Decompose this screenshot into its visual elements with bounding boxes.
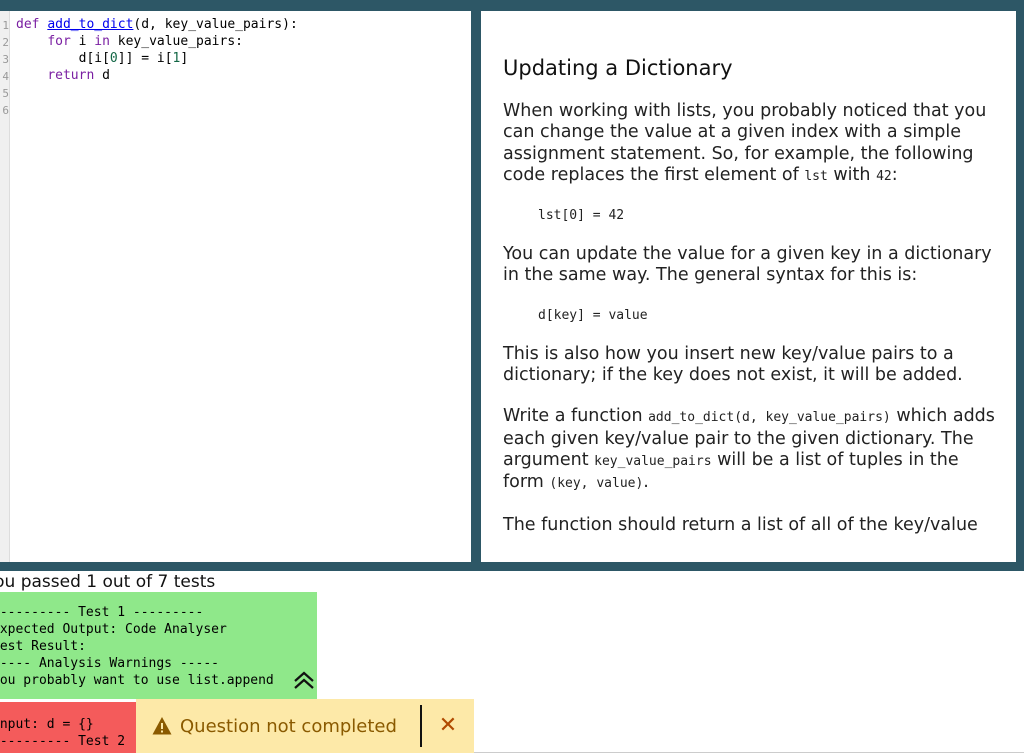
code-token: ]] = i[ <box>117 51 173 66</box>
line-number: 6 <box>2 104 9 117</box>
code-line[interactable]: def add_to_dict(d, key_value_pairs): <box>16 16 298 33</box>
test-result-failed[interactable]: Input: d = {} ---------- Test 2 <box>0 702 136 753</box>
code-token: in <box>94 34 110 49</box>
code-token: d <box>94 68 110 83</box>
line-number: 5 <box>2 87 9 100</box>
test-output-line: Test Result: <box>0 639 86 654</box>
instructions-panel: Updating a Dictionary When working with … <box>481 11 1016 562</box>
code-line[interactable] <box>16 84 298 101</box>
code-line[interactable]: for i in key_value_pairs: <box>16 33 298 50</box>
code-token: return <box>47 68 95 83</box>
toast-divider <box>420 705 422 747</box>
code-editor[interactable]: 1 2 3 4 5 6 def add_to_dict(d, key_value… <box>0 11 471 562</box>
code-token: ] <box>180 51 189 66</box>
chevron-double-up-icon[interactable] <box>292 670 316 690</box>
code-line[interactable]: d[i[0]] = i[1] <box>16 50 298 67</box>
test-output-line: Input: d = {} <box>0 717 94 732</box>
code-example: d[key] = value <box>538 307 648 323</box>
code-example: lst[0] = 42 <box>538 208 625 224</box>
line-number-gutter: 1 2 3 4 5 6 <box>0 11 10 562</box>
status-toast: Question not completed ✕ <box>136 699 474 753</box>
instructions-paragraph: This is also how you insert new key/valu… <box>503 343 963 386</box>
code-line[interactable]: return d <box>16 67 298 84</box>
code-token: add_to_dict <box>47 17 134 32</box>
instructions-paragraph: The function should return a list of all… <box>503 514 978 535</box>
test-output-line: ----- Analysis Warnings ----- <box>0 656 219 671</box>
code-token: d[i[ <box>16 51 110 66</box>
line-number: 3 <box>2 53 9 66</box>
code-token: def <box>16 17 48 32</box>
close-icon[interactable]: ✕ <box>434 712 462 740</box>
code-line[interactable] <box>16 101 298 118</box>
test-summary: You passed 1 out of 7 tests <box>0 572 216 592</box>
test-output-line: ---------- Test 2 <box>0 734 126 749</box>
instructions-paragraph: You can update the value for a given key… <box>503 244 992 286</box>
line-number: 1 <box>2 19 9 32</box>
code-token: key_value_pairs: <box>109 34 243 49</box>
test-output-line: You probably want to use list.append <box>0 673 274 688</box>
line-number: 2 <box>2 36 9 49</box>
toast-message: Question not completed <box>180 715 397 737</box>
instructions-title: Updating a Dictionary <box>503 56 733 80</box>
code-token: i <box>70 34 95 49</box>
code-text[interactable]: def add_to_dict(d, key_value_pairs): for… <box>16 16 298 118</box>
instructions-paragraph: When working with lists, you probably no… <box>503 101 987 185</box>
code-token: (d, key_value_pairs): <box>133 17 298 32</box>
code-token: for <box>47 34 71 49</box>
instructions-paragraph: Write a function add_to_dict(d, key_valu… <box>503 406 995 493</box>
code-token: 0 <box>109 51 118 66</box>
test-result-passed[interactable]: ---------- Test 1 --------- Expected Out… <box>0 592 317 699</box>
test-output-line: ---------- Test 1 --------- <box>0 605 204 620</box>
line-number: 4 <box>2 70 9 83</box>
test-output-line: Expected Output: Code Analyser <box>0 622 227 637</box>
warning-triangle-icon <box>152 717 172 735</box>
